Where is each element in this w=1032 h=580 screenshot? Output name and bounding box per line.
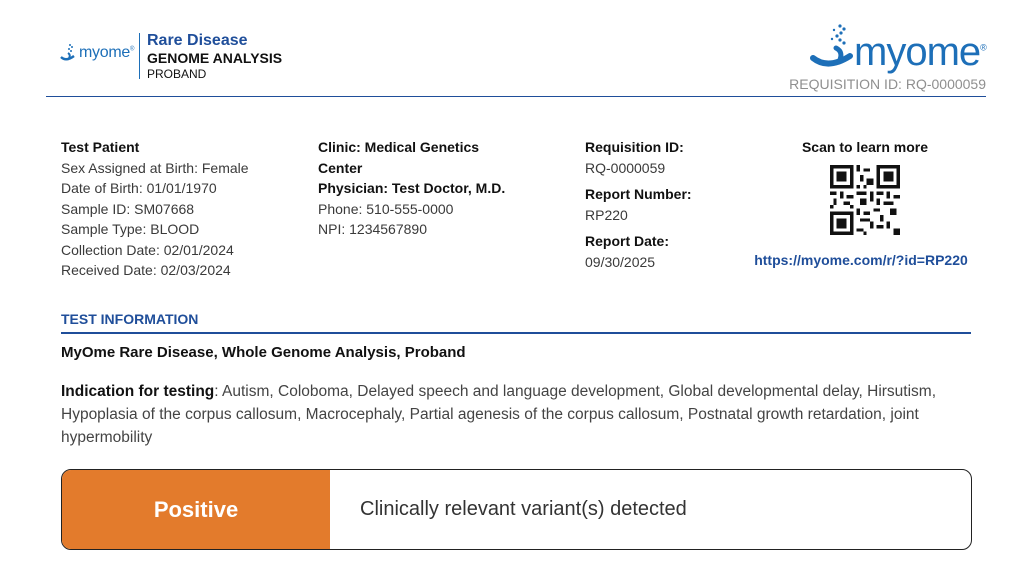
product-title-line1: Rare Disease [147, 32, 248, 49]
section-divider [61, 332, 971, 334]
clinic-npi: NPI: 1234567890 [318, 221, 427, 237]
sample-id: Sample ID: SM07668 [61, 200, 195, 217]
report-date-label: Report Date: [585, 233, 670, 249]
product-title: Rare Disease GENOME ANALYSIS PROBAND [147, 32, 282, 81]
collection-date: Collection Date: 02/01/2024 [61, 241, 234, 258]
result-status: Positive [62, 470, 330, 549]
test-name: MyOme Rare Disease, Whole Genome Analysi… [61, 344, 466, 361]
clinic-phone: Phone: 510-555-0000 [318, 200, 454, 217]
qr-code[interactable] [830, 165, 900, 235]
qr-link[interactable]: https://myome.com/r/?id=RP220 [736, 252, 986, 268]
small-logo-reg: ® [129, 46, 135, 53]
product-title-line3: PROBAND [147, 66, 207, 81]
myome-hand-helix-icon [810, 24, 853, 67]
product-title-line2: GENOME ANALYSIS [147, 49, 283, 66]
clinic-name: Clinic: Medical Genetics Center [318, 139, 480, 176]
indication-label: Indication for testing [61, 383, 215, 400]
report-info: Requisition ID: RQ-0000059 Report Number… [585, 137, 692, 272]
patient-info: Test Patient Sex Assigned at Birth: Fema… [61, 137, 249, 281]
small-myome-logo: myome® [58, 42, 134, 64]
big-myome-logo: myome® [810, 22, 990, 74]
patient-name: Test Patient [61, 139, 140, 155]
indication-for-testing: Indication for testing: Autism, Coloboma… [61, 380, 971, 449]
patient-dob: Date of Birth: 01/01/1970 [61, 180, 217, 196]
qr-section: Scan to learn more [770, 137, 960, 240]
patient-sex: Sex Assigned at Birth: Female [61, 159, 249, 176]
brand-divider [139, 33, 140, 79]
result-box: Positive Clinically relevant variant(s) … [61, 469, 972, 550]
big-logo-reg: ® [980, 42, 987, 53]
test-information-heading: TEST INFORMATION [61, 311, 199, 327]
sample-type: Sample Type: BLOOD [61, 221, 200, 237]
report-number-label: Report Number: [585, 186, 692, 202]
requisition-header: REQUISITION ID: RQ-0000059 [789, 76, 986, 92]
received-date: Received Date: 02/03/2024 [61, 262, 231, 278]
myome-logo-icon [60, 44, 75, 61]
small-logo-text: myome [79, 44, 130, 61]
clinic-info: Clinic: Medical Genetics Center Physicia… [318, 137, 523, 240]
qr-title: Scan to learn more [801, 139, 929, 155]
requisition-value: RQ-0000059 [585, 159, 666, 176]
header-divider [46, 96, 986, 97]
result-description: Clinically relevant variant(s) detected [360, 498, 687, 520]
requisition-label: Requisition ID: [585, 139, 684, 155]
big-logo-text: myome [854, 30, 981, 74]
physician-name: Physician: Test Doctor, M.D. [318, 180, 506, 196]
report-number-value: RP220 [585, 206, 628, 223]
report-date-value: 09/30/2025 [585, 253, 656, 270]
